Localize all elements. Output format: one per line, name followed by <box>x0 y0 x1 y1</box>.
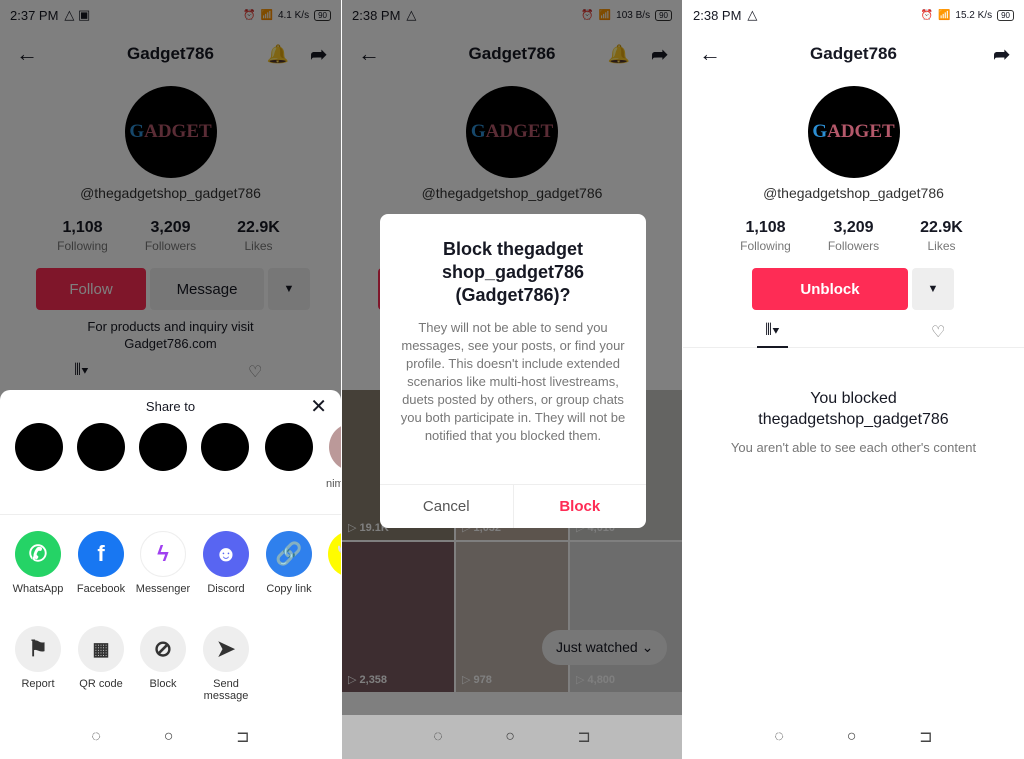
unblock-button[interactable]: Unblock <box>752 268 908 310</box>
home-icon[interactable]: ○ <box>164 728 174 746</box>
action-send-message[interactable]: ➤ Send message <box>195 626 257 702</box>
nav-bar: ◌ ○ ⊐ <box>0 715 341 759</box>
contact-avatar[interactable] <box>139 423 187 471</box>
action-qr-code[interactable]: ▦ QR code <box>70 626 132 690</box>
alarm-icon: ⏰ <box>920 9 933 21</box>
nav-bar: ◌ ○ ⊐ <box>683 715 1024 759</box>
snapchat-icon: 👻 <box>328 531 341 577</box>
notification-icons: △ <box>747 7 758 22</box>
panel-share-sheet: 2:37 PM△ ▣ ⏰📶4.1 K/s90 ←Gadget786🔔➦ GADG… <box>0 0 341 759</box>
divider <box>0 514 341 515</box>
share-icon[interactable]: ➦ <box>993 42 1010 67</box>
whatsapp-icon: ✆ <box>15 531 61 577</box>
avatar: GADGET <box>807 86 900 178</box>
status-bar: 2:38 PM △ ⏰ 📶 15.2 K/s 90 <box>683 0 1024 30</box>
dropdown-button[interactable]: ▼ <box>912 268 954 310</box>
contact-avatar[interactable] <box>15 423 63 471</box>
qr-code-icon: ▦ <box>78 626 124 672</box>
dialog-title: Block thegadget shop_gadget786 (Gadget78… <box>441 239 585 305</box>
home-icon[interactable]: ○ <box>505 728 515 746</box>
share-discord[interactable]: ☻ Discord <box>195 531 257 595</box>
stat-following[interactable]: 1,108Following <box>722 219 810 255</box>
battery-icon: 90 <box>997 9 1014 21</box>
username: @thegadgetshop_gadget786 <box>763 185 944 201</box>
back-nav-icon[interactable]: ⊐ <box>919 727 932 747</box>
page-title: Gadget786 <box>810 44 897 63</box>
home-icon[interactable]: ○ <box>847 728 857 746</box>
recents-icon[interactable]: ◌ <box>774 728 784 746</box>
block-icon: ⊘ <box>140 626 186 672</box>
cancel-button[interactable]: Cancel <box>380 485 514 528</box>
stat-likes: 22.9KLikes <box>920 219 963 253</box>
share-whatsapp[interactable]: ✆ WhatsApp <box>7 531 69 595</box>
back-nav-icon[interactable]: ⊐ <box>577 727 590 747</box>
flag-icon: ⚑ <box>15 626 61 672</box>
contact-avatar[interactable] <box>201 423 249 471</box>
contact-avatar[interactable] <box>329 423 341 471</box>
close-icon[interactable]: ✕ <box>310 394 327 419</box>
back-icon[interactable]: ← <box>699 41 721 67</box>
share-facebook[interactable]: f Facebook <box>70 531 132 595</box>
block-dialog: Block thegadget shop_gadget786 (Gadget78… <box>380 214 646 528</box>
recents-icon[interactable]: ◌ <box>91 728 101 746</box>
share-title: Share to <box>145 399 196 414</box>
dialog-body: They will not be able to send you messag… <box>400 320 626 443</box>
share-sheet: Share to ✕ nim ✆ WhatsApp f Facebook ϟ Mess… <box>0 390 341 759</box>
link-icon: 🔗 <box>266 531 312 577</box>
contact-avatar[interactable] <box>77 423 125 471</box>
action-block[interactable]: ⊘ Block <box>132 626 194 690</box>
send-icon: ➤ <box>203 626 249 672</box>
block-button[interactable]: Block <box>514 485 647 528</box>
contact-avatar[interactable] <box>265 423 313 471</box>
liked-tab-icon[interactable]: ♡ <box>931 322 945 342</box>
recents-icon[interactable]: ◌ <box>433 728 443 746</box>
discord-icon: ☻ <box>203 531 249 577</box>
nav-bar: ◌ ○ ⊐ <box>342 715 682 759</box>
share-snapchat[interactable]: 👻Sn <box>320 531 341 595</box>
facebook-icon: f <box>78 531 124 577</box>
signal-icon: 📶 <box>937 9 951 21</box>
stat-followers[interactable]: 3,209Followers <box>810 219 898 255</box>
messenger-icon: ϟ <box>140 531 186 577</box>
videos-tab-icon[interactable]: ⦀▾ <box>757 322 788 348</box>
action-report[interactable]: ⚑ Report <box>7 626 69 690</box>
panel-blocked-profile: 2:38 PM △ ⏰ 📶 15.2 K/s 90 ← Gadget786 ➦ G ADGET… <box>683 0 1024 759</box>
panel-block-dialog: 2:38 PM△ ⏰📶103 B/s90 ←Gadget786🔔➦ GADGET… <box>342 0 682 759</box>
back-nav-icon[interactable]: ⊐ <box>236 727 249 747</box>
share-messenger[interactable]: ϟ Messenger <box>132 531 194 595</box>
blocked-message: You blocked thegadgetshop_gadget786 You ar… <box>730 390 977 455</box>
share-copy-link[interactable]: 🔗 Copy link <box>258 531 320 595</box>
